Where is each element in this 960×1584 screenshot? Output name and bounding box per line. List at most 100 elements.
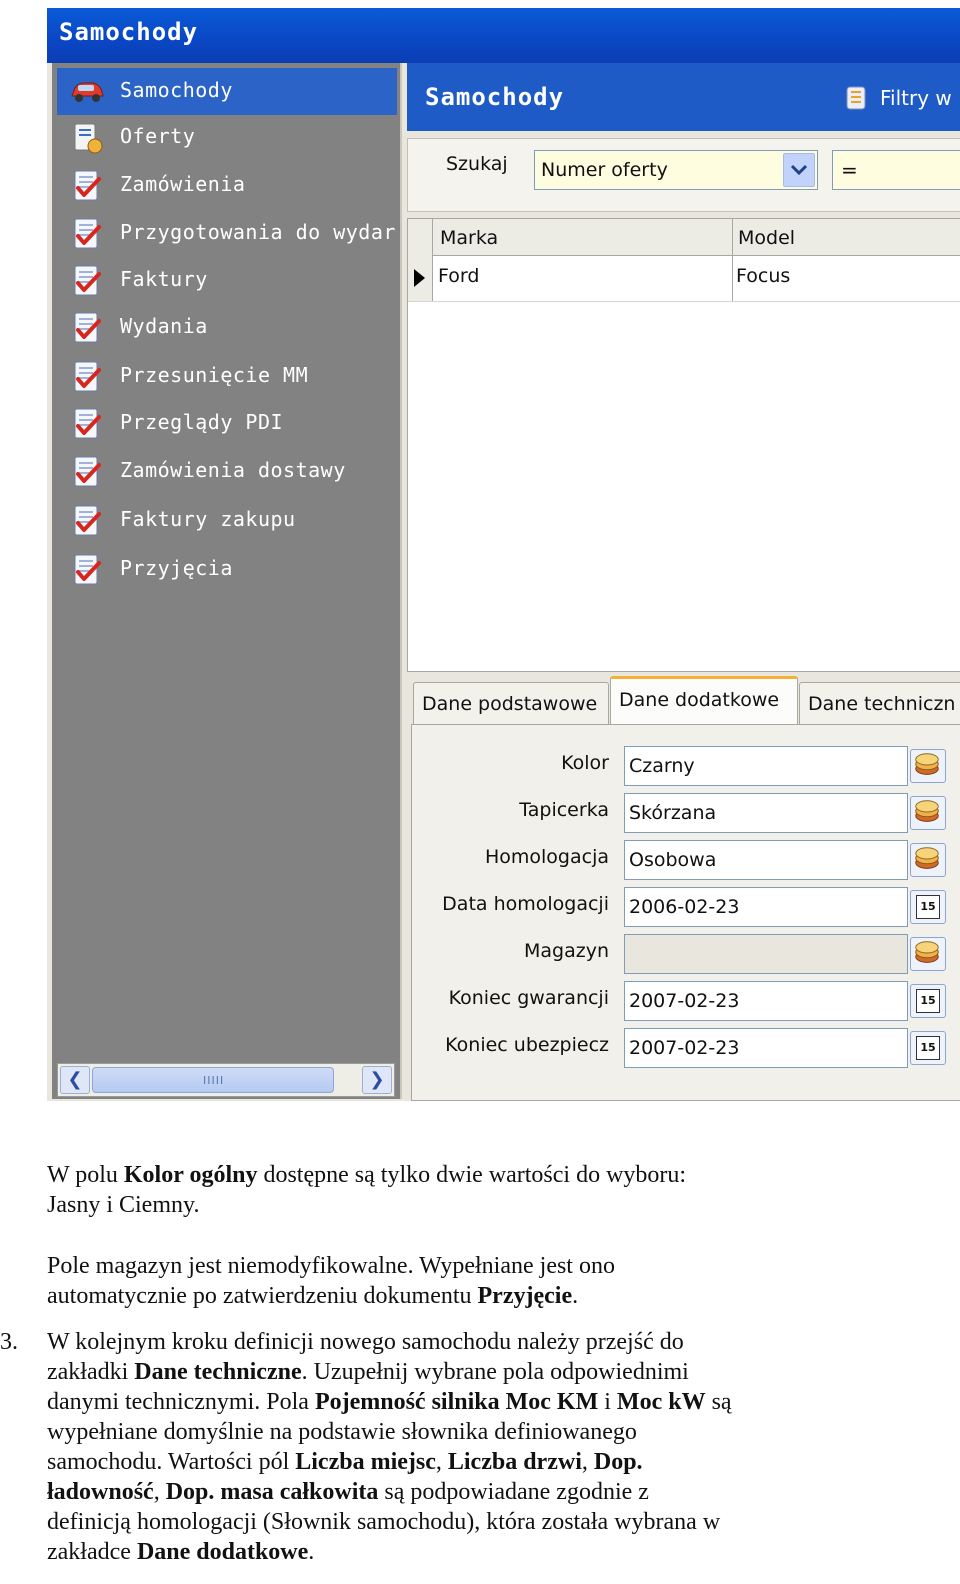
- dictionary-icon: [911, 941, 943, 972]
- field-row: Koniec ubezpiecz 2007-02-23 15: [412, 1028, 960, 1068]
- field-value: 2007-02-23: [629, 990, 740, 1012]
- bold-text: Pojemność silnika Moc KM: [314, 1389, 599, 1415]
- checklist-icon: [69, 168, 105, 204]
- dictionary-icon: [911, 800, 943, 831]
- grid-cell-marka[interactable]: Ford: [438, 265, 479, 287]
- dictionary-icon: [911, 753, 943, 784]
- bold-text: Dane dodatkowe: [136, 1539, 309, 1565]
- field-input[interactable]: 2006-02-23: [624, 887, 908, 927]
- scroll-thumb[interactable]: IIIII: [92, 1067, 334, 1093]
- combo-dropdown-button[interactable]: [783, 153, 815, 187]
- chevron-down-icon: [790, 164, 808, 176]
- checklist-icon: [69, 263, 105, 299]
- text-run: definicją homologacji (Słownik samochodu…: [47, 1509, 721, 1535]
- text-run: Jasny i Ciemny.: [47, 1192, 200, 1218]
- dictionary-button[interactable]: [910, 749, 946, 783]
- text-run: są: [705, 1389, 732, 1415]
- scroll-left-button[interactable]: ❮: [60, 1066, 90, 1094]
- search-bar: Szukaj Numer oferty =: [407, 138, 960, 212]
- dictionary-button[interactable]: [910, 937, 946, 971]
- window-title-bar: Samochody: [47, 8, 960, 63]
- scroll-grip: IIIII: [203, 1074, 225, 1087]
- text-run: wypełniane domyślnie na podstawie słowni…: [47, 1419, 637, 1445]
- search-operator-field[interactable]: =: [832, 150, 960, 190]
- sidebar-item-samochody[interactable]: Samochody: [57, 68, 397, 115]
- field-input: [624, 934, 908, 974]
- bold-text: Dop.: [593, 1449, 643, 1475]
- calendar-icon: 15: [916, 1036, 940, 1060]
- sidebar-item-label: Samochody: [120, 78, 233, 102]
- text-run: są podpowiadane zgodnie z: [378, 1479, 649, 1505]
- current-row-indicator-icon: [414, 269, 425, 287]
- checklist-icon: [69, 216, 105, 252]
- calendar-button[interactable]: 15: [910, 984, 946, 1018]
- checklist-icon: [69, 552, 105, 588]
- field-label: Koniec ubezpiecz: [445, 1034, 609, 1056]
- tab-dane-dodatkowe[interactable]: Dane dodatkowe: [610, 676, 798, 728]
- search-operator-value: =: [841, 158, 858, 182]
- sidebar-item-label: Zamówienia dostawy: [120, 458, 346, 482]
- text-run: ,: [153, 1479, 166, 1505]
- text-run: samochodu. Wartości pól: [47, 1449, 296, 1475]
- text-run: Pole magazyn jest niemodyfikowalne. Wype…: [47, 1253, 615, 1279]
- field-row: Tapicerka Skórzana: [412, 793, 960, 833]
- filter-label[interactable]: Filtry w: [880, 86, 952, 110]
- sidebar-item-przeglądy-pdi[interactable]: Przeglądy PDI: [57, 400, 397, 447]
- field-input[interactable]: Czarny: [624, 746, 908, 786]
- sidebar-item-label: Wydania: [120, 314, 208, 338]
- checklist-icon: [69, 406, 105, 442]
- paragraph-1-text: W polu Kolor ogólny dostępne są tylko dw…: [47, 1162, 686, 1218]
- sidebar-item-oferty[interactable]: Oferty: [57, 114, 397, 161]
- sidebar-item-przygotowania-do-wydar[interactable]: Przygotowania do wydar: [57, 210, 397, 257]
- field-input[interactable]: Osobowa: [624, 840, 908, 880]
- sidebar-item-label: Zamówienia: [120, 172, 246, 196]
- car-icon: [69, 74, 105, 110]
- grid-header-model[interactable]: Model: [738, 227, 795, 249]
- sidebar-item-zamówienia-dostawy[interactable]: Zamówienia dostawy: [57, 448, 397, 495]
- field-row: Data homologacji 2006-02-23 15: [412, 887, 960, 927]
- field-input[interactable]: 2007-02-23: [624, 1028, 908, 1068]
- cars-grid: Marka Model Ford Focus: [407, 218, 960, 672]
- text-run: danymi technicznymi. Pola: [47, 1389, 315, 1415]
- sidebar-item-faktury[interactable]: Faktury: [57, 257, 397, 304]
- field-value: Skórzana: [629, 802, 717, 824]
- calendar-button[interactable]: 15: [910, 1031, 946, 1065]
- filter-icon[interactable]: [844, 85, 870, 111]
- table-row[interactable]: [408, 255, 960, 302]
- sidebar-item-label: Przeglądy PDI: [120, 410, 284, 434]
- bold-text: Dop. masa całkowita: [165, 1479, 379, 1505]
- text-run: i: [598, 1389, 617, 1415]
- text-run: ,: [435, 1449, 448, 1475]
- field-label: Tapicerka: [519, 799, 609, 821]
- field-input[interactable]: Skórzana: [624, 793, 908, 833]
- checklist-icon: [69, 359, 105, 395]
- grid-cell-model[interactable]: Focus: [736, 265, 790, 287]
- tab-dane-techniczne[interactable]: Dane techniczn: [799, 682, 960, 725]
- dictionary-button[interactable]: [910, 796, 946, 830]
- sidebar-item-faktury-zakupu[interactable]: Faktury zakupu: [57, 497, 397, 544]
- bold-text: Kolor ogólny: [123, 1162, 258, 1188]
- grid-header-marka[interactable]: Marka: [440, 227, 498, 249]
- bold-text: Moc kW: [616, 1389, 706, 1415]
- sidebar-horizontal-scrollbar[interactable]: ❮ IIIII ❯: [57, 1063, 395, 1097]
- sidebar-item-wydania[interactable]: Wydania: [57, 304, 397, 351]
- field-row: Homologacja Osobowa: [412, 840, 960, 880]
- main-title: Samochody: [425, 83, 565, 111]
- tab-label: Dane dodatkowe: [619, 689, 780, 711]
- scroll-right-button[interactable]: ❯: [362, 1066, 392, 1094]
- field-value: 2006-02-23: [629, 896, 740, 918]
- field-value: Czarny: [629, 755, 695, 777]
- text-run: zakładce: [47, 1539, 137, 1565]
- field-label: Data homologacji: [442, 893, 609, 915]
- bold-text: ładowność: [47, 1479, 154, 1505]
- search-field-combo[interactable]: Numer oferty: [534, 150, 818, 190]
- tab-dane-podstawowe[interactable]: Dane podstawowe: [413, 682, 609, 725]
- calendar-icon: 15: [916, 895, 940, 919]
- calendar-button[interactable]: 15: [910, 890, 946, 924]
- offer-icon: [69, 120, 105, 156]
- sidebar-item-przyjęcia[interactable]: Przyjęcia: [57, 546, 397, 593]
- dictionary-button[interactable]: [910, 843, 946, 877]
- field-input[interactable]: 2007-02-23: [624, 981, 908, 1021]
- sidebar-item-zamówienia[interactable]: Zamówienia: [57, 162, 397, 209]
- sidebar-item-przesunięcie-mm[interactable]: Przesunięcie MM: [57, 353, 397, 400]
